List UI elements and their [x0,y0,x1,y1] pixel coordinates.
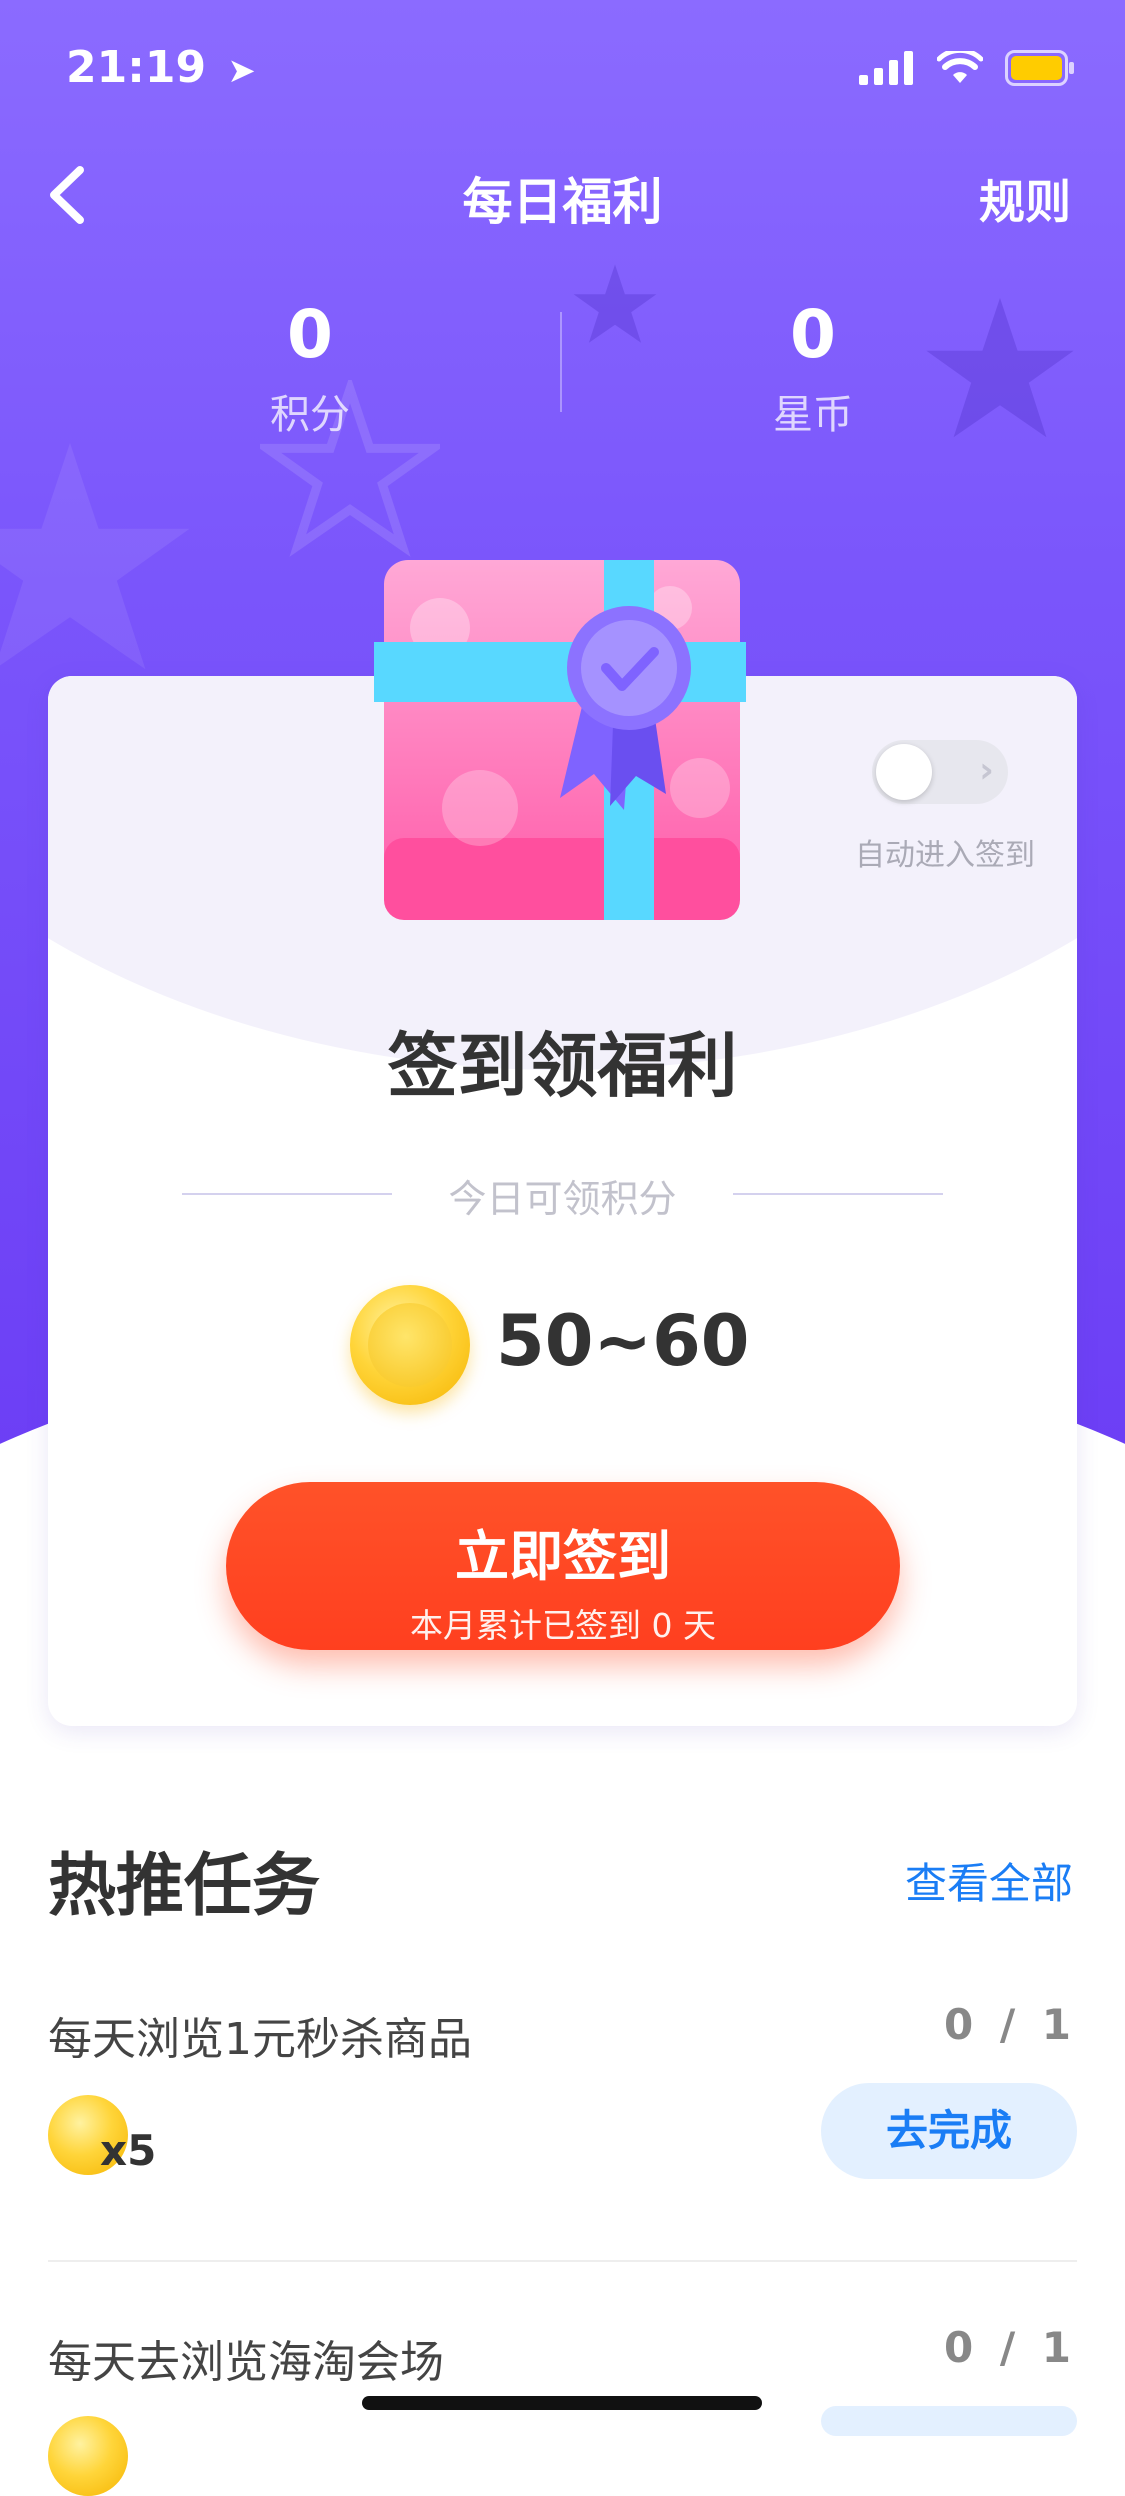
task-divider [48,2260,1077,2262]
task-go-button[interactable]: 去完成 [821,2083,1077,2179]
task-name: 每天去浏览海淘会场 [48,2337,444,2388]
view-all-link[interactable]: 查看全部 [905,1850,1073,1911]
star-decoration-icon [573,264,657,343]
status-time: 21:19 ➤ [66,42,256,93]
home-indicator [362,2396,762,2410]
task-name: 每天浏览1元秒杀商品 [48,2014,472,2065]
coin-icon [48,2416,128,2496]
stat-star-coins-label: 星币 [773,392,853,438]
auto-signin-label: 自动进入签到 [855,838,1035,873]
location-arrow-icon: ➤ [227,51,256,91]
task-go-button[interactable] [821,2406,1077,2436]
stat-divider [560,312,562,412]
auto-signin-toggle[interactable]: › [872,740,1008,804]
task-progress: 0 / 1 [943,2000,1077,2049]
stat-star-coins: 0 星币 [663,302,963,440]
today-points-label: 今日可领积分 [448,1177,677,1221]
signin-button-label: 立即签到 [455,1525,671,1588]
stat-points-value: 0 [287,296,333,373]
divider-right [733,1193,943,1195]
stat-points: 0 积分 [160,302,460,440]
stat-star-coins-value: 0 [790,296,836,373]
coin-icon [350,1285,470,1405]
stat-points-label: 积分 [270,392,350,438]
status-icons [859,48,1075,88]
gift-box-icon [374,560,746,920]
hot-tasks-title: 热推任务 [48,1847,321,1926]
points-range: 50~60 [496,1300,750,1382]
signin-button[interactable]: 立即签到 本月累计已签到 0 天 [226,1482,900,1650]
task-progress: 0 / 1 [943,2323,1077,2372]
signin-card-title: 签到领福利 [387,1025,738,1107]
signin-days-count: 本月累计已签到 0 天 [410,1606,716,1645]
signal-icon [859,51,913,85]
battery-icon [1005,50,1074,86]
page-title: 每日福利 [462,173,663,231]
toggle-knob [876,744,932,800]
chevron-right-icon: › [979,750,994,791]
task-reward: x5 [100,2126,157,2175]
wifi-icon [937,51,983,83]
rules-link[interactable]: 规则 [979,166,1071,232]
star-decoration-icon [0,443,190,670]
